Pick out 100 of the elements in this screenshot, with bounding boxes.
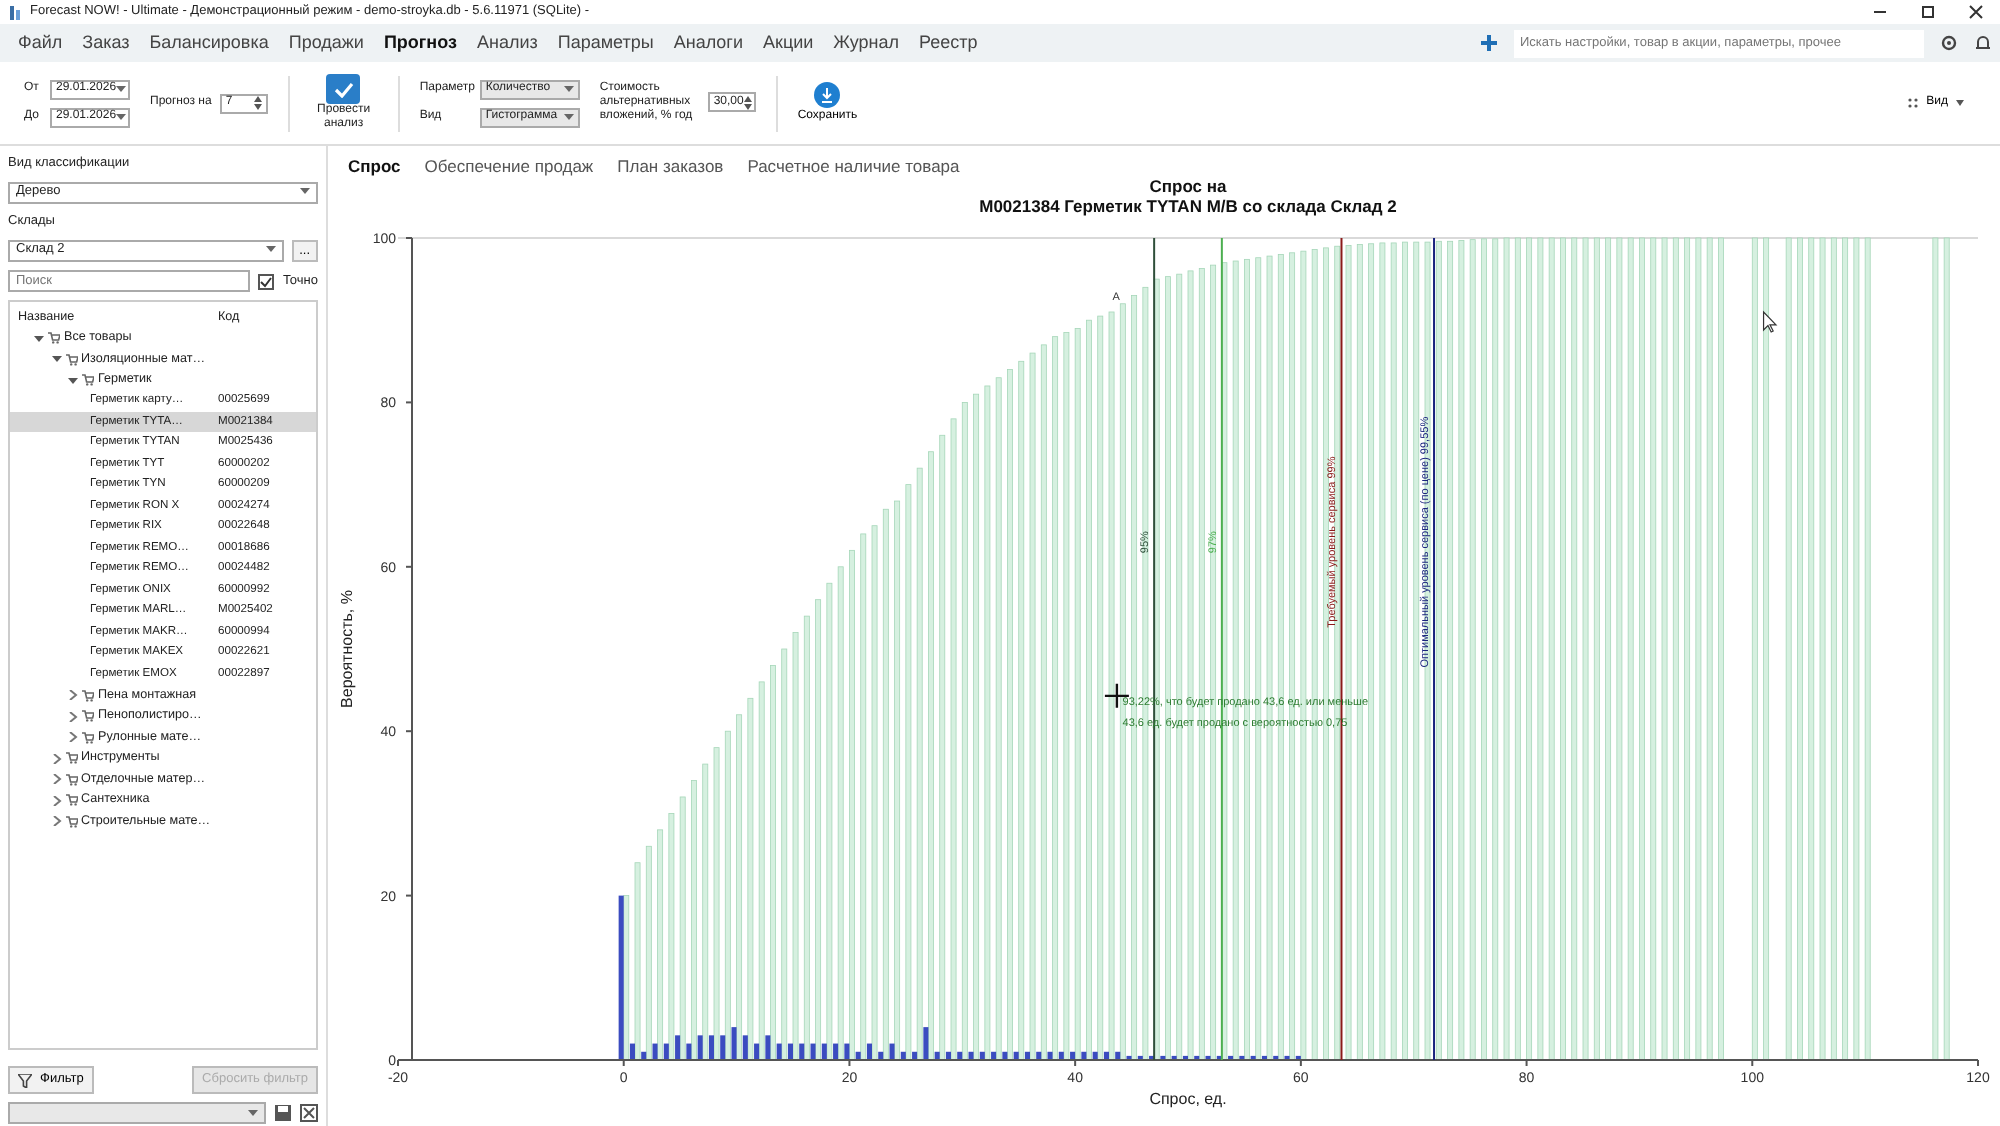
demand-bar xyxy=(1239,1055,1245,1060)
demand-bar xyxy=(878,1051,884,1060)
demand-bar xyxy=(742,1035,748,1060)
demand-bar xyxy=(1261,1055,1267,1060)
demand-bar xyxy=(912,1051,918,1060)
dropdown-icon xyxy=(300,188,310,197)
tab[interactable]: Обеспечение продаж xyxy=(412,154,606,180)
menu-item[interactable]: Журнал xyxy=(823,29,909,57)
menu-item[interactable]: Прогноз xyxy=(373,29,467,57)
demand-bar xyxy=(1295,1055,1301,1060)
app-logo-icon xyxy=(8,3,22,21)
tab[interactable]: Расчетное наличие товара xyxy=(735,154,972,180)
combo-field[interactable] xyxy=(8,1102,266,1124)
demand-bar xyxy=(1182,1055,1188,1060)
save-icon[interactable] xyxy=(274,1104,292,1122)
demand-bar xyxy=(991,1051,997,1060)
cart-icon xyxy=(82,731,94,743)
demand-bar xyxy=(821,1043,827,1060)
demand-bar xyxy=(1216,1055,1222,1060)
demand-bar xyxy=(1103,1051,1109,1060)
demand-bar xyxy=(675,1035,681,1060)
demand-bar xyxy=(1070,1051,1076,1060)
cart-icon xyxy=(48,332,60,344)
download-icon xyxy=(814,81,841,107)
checkmark-icon xyxy=(333,81,354,98)
gear-icon[interactable] xyxy=(1940,34,1958,52)
demand-bar xyxy=(957,1051,963,1060)
demand-bar xyxy=(923,1027,929,1060)
demand-bar xyxy=(1228,1055,1234,1060)
plus-icon[interactable] xyxy=(1480,34,1498,52)
dropdown-icon xyxy=(563,113,574,121)
demand-bar xyxy=(708,1035,714,1060)
demand-bar xyxy=(1126,1055,1132,1060)
demand-bar xyxy=(1149,1055,1155,1060)
demand-bar xyxy=(900,1051,906,1060)
bell-icon[interactable] xyxy=(1974,34,1992,52)
demand-bar xyxy=(968,1051,974,1060)
analyze-checkbox[interactable] xyxy=(326,74,361,105)
filter-icon xyxy=(18,1073,32,1088)
dropdown-icon xyxy=(563,85,574,93)
menu-item[interactable]: Анализ xyxy=(466,29,548,57)
demand-bar xyxy=(855,1051,861,1060)
cart-icon xyxy=(65,794,77,806)
demand-bar xyxy=(810,1043,816,1060)
dropdown-icon xyxy=(116,85,127,93)
cart-icon xyxy=(82,710,94,722)
cart-icon xyxy=(82,374,94,386)
menu-item[interactable]: Файл xyxy=(8,29,73,57)
demand-bar xyxy=(1092,1051,1098,1060)
demand-bar xyxy=(787,1043,793,1060)
menu-item[interactable]: Заказ xyxy=(72,29,140,57)
maximize-icon[interactable] xyxy=(1920,4,1936,20)
menu-item[interactable]: Акции xyxy=(753,29,824,57)
menu-item[interactable]: Аналоги xyxy=(663,29,753,57)
axis-label: Вероятность, % xyxy=(338,590,356,708)
demand-bar xyxy=(1273,1055,1279,1060)
dropdown-icon xyxy=(248,1109,258,1117)
demand-bar xyxy=(1002,1051,1008,1060)
demand-bar xyxy=(799,1043,805,1060)
demand-bar xyxy=(720,1035,726,1060)
tab[interactable]: Спрос xyxy=(336,154,413,180)
grid-icon xyxy=(1908,97,1919,109)
dropdown-icon xyxy=(116,113,127,121)
demand-bar xyxy=(979,1051,985,1060)
close-icon[interactable] xyxy=(1968,4,1984,20)
demand-bar xyxy=(1194,1055,1200,1060)
demand-bar xyxy=(1137,1055,1143,1060)
demand-bar xyxy=(1024,1051,1030,1060)
demand-bar xyxy=(1160,1055,1166,1060)
spin-arrows-icon xyxy=(253,96,262,110)
demand-bar xyxy=(1058,1051,1064,1060)
demand-bar xyxy=(866,1043,872,1060)
demand-bar xyxy=(1081,1051,1087,1060)
demand-bar xyxy=(731,1027,737,1060)
demand-bar xyxy=(776,1043,782,1060)
caret-icon xyxy=(1956,100,1964,106)
tab[interactable]: План заказов xyxy=(605,154,736,180)
menu-item[interactable]: Реестр xyxy=(909,29,988,57)
chart-title: Спрос на xyxy=(1149,180,1227,196)
menu-item[interactable]: Балансировка xyxy=(139,29,279,57)
dropdown-icon xyxy=(265,246,276,254)
menu-item[interactable]: Параметры xyxy=(547,29,664,57)
demand-bar xyxy=(1205,1055,1211,1060)
demand-bar xyxy=(844,1043,850,1060)
demand-bar xyxy=(663,1043,669,1060)
chart-title: M0021384 Герметик TYTAN M/B со склада Склад 2 xyxy=(979,196,1397,216)
demand-bar xyxy=(1250,1055,1256,1060)
cart-icon xyxy=(65,752,77,764)
cart-icon xyxy=(82,689,94,701)
cart-icon xyxy=(65,773,77,785)
demand-bar xyxy=(889,1043,895,1060)
menu-item[interactable]: Продажи xyxy=(278,29,374,57)
demand-bar xyxy=(1171,1055,1177,1060)
axis-label: Спрос, ед. xyxy=(1149,1090,1227,1108)
demand-bar xyxy=(629,1043,635,1060)
demand-bar xyxy=(652,1043,658,1060)
demand-bar xyxy=(1284,1055,1290,1060)
checked-box-icon xyxy=(258,273,275,290)
clear-icon[interactable] xyxy=(300,1104,318,1122)
demand-bar xyxy=(641,1051,647,1060)
